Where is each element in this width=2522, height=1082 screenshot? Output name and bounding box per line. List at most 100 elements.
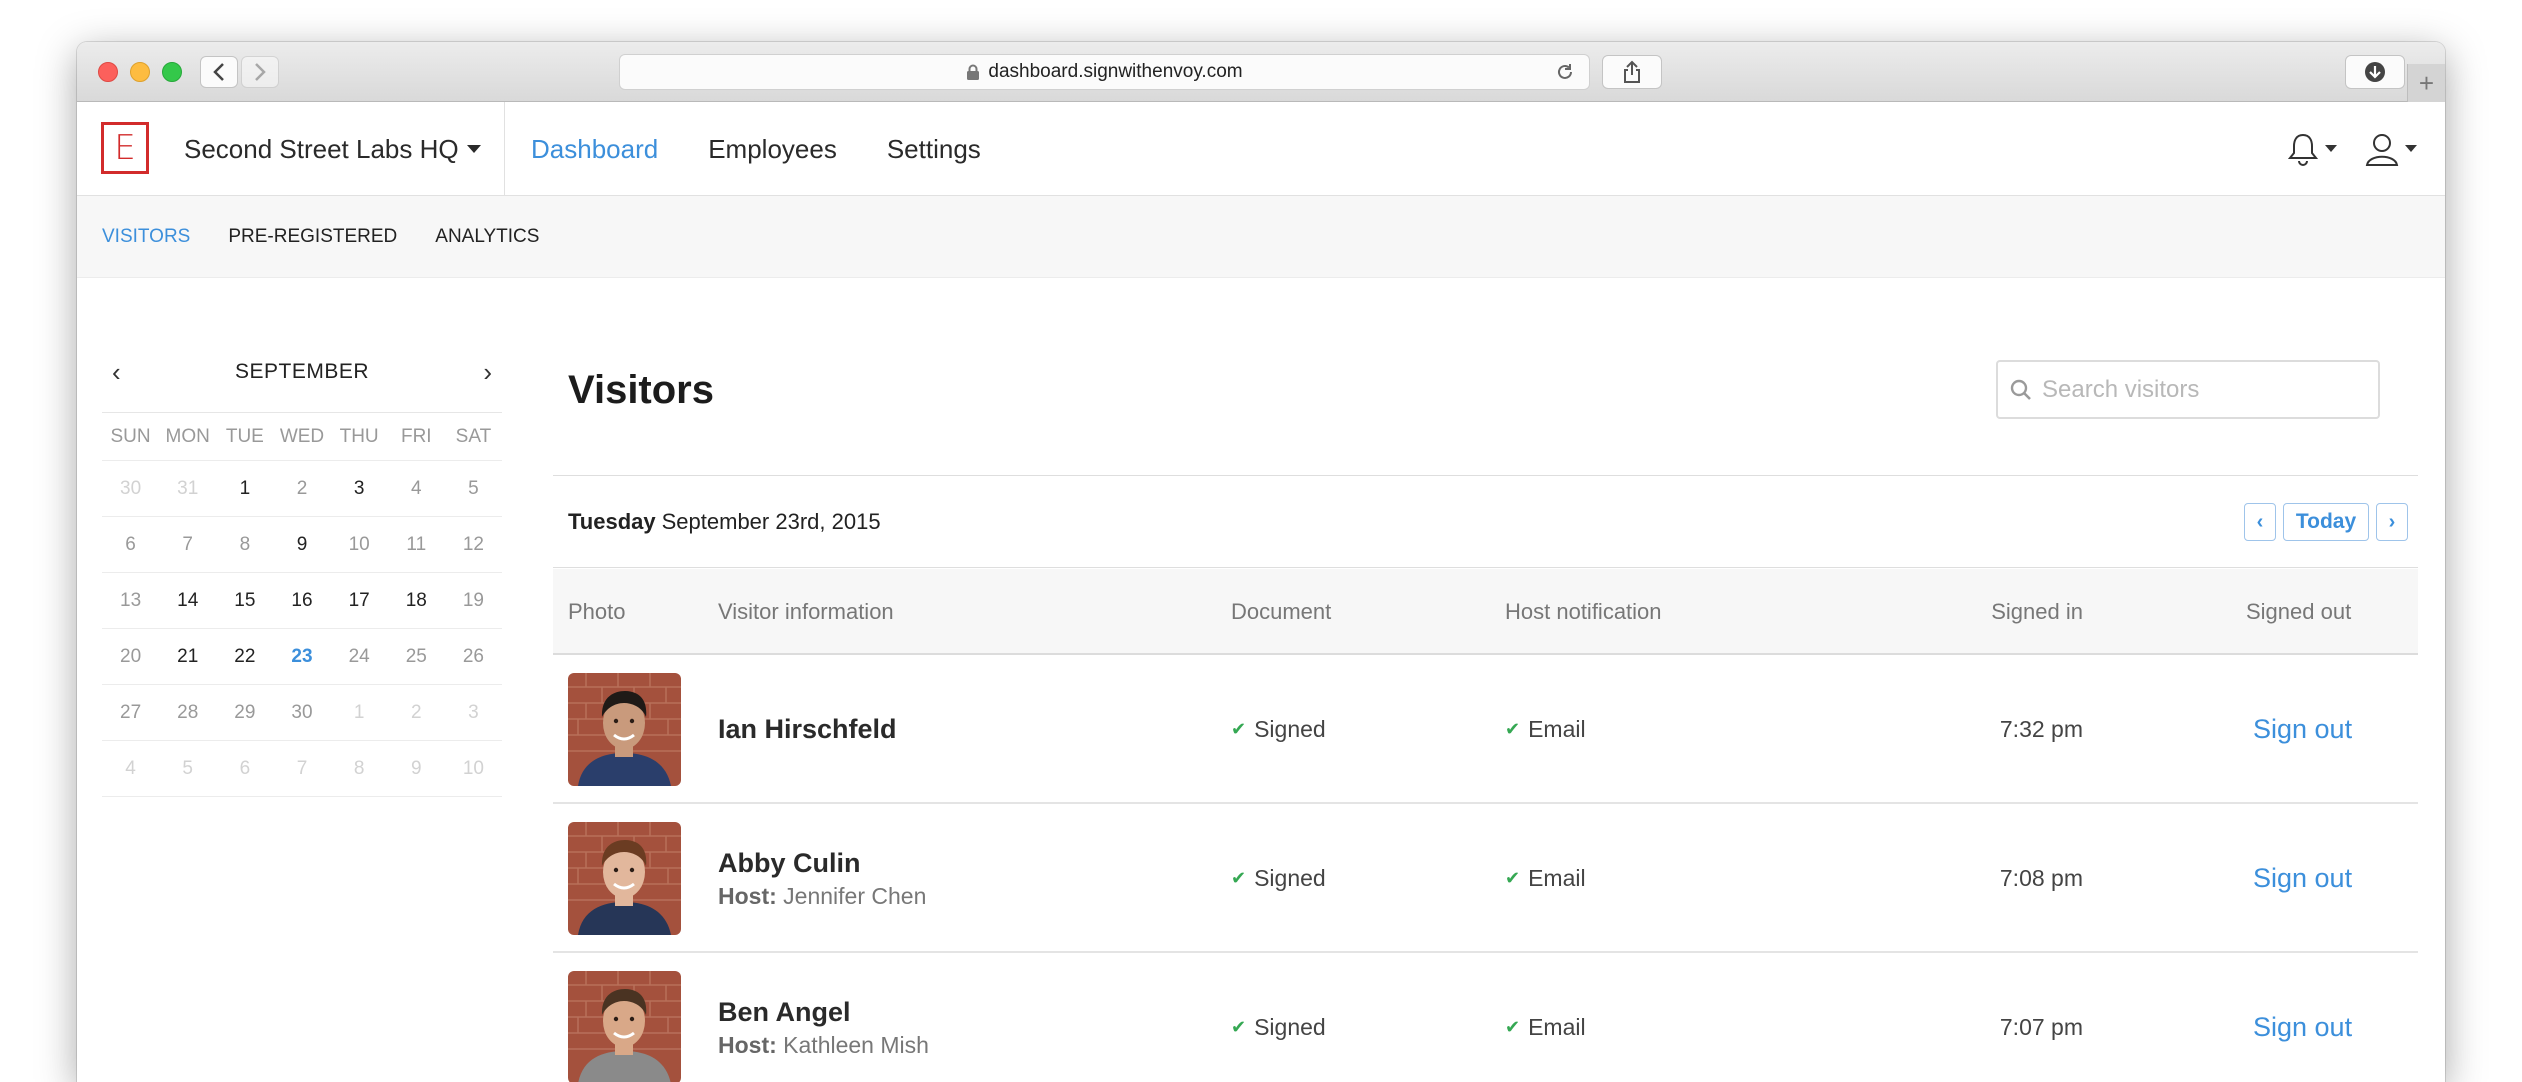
zoom-window-button[interactable] bbox=[162, 62, 182, 82]
calendar-day[interactable]: 8 bbox=[331, 758, 388, 780]
visitor-name[interactable]: Ben Angel bbox=[718, 997, 851, 1028]
back-button[interactable] bbox=[200, 56, 238, 88]
calendar-prev-month[interactable]: ‹ bbox=[112, 357, 121, 388]
calendar-day[interactable]: 22 bbox=[216, 646, 273, 668]
calendar-day[interactable]: 9 bbox=[388, 758, 445, 780]
calendar-day[interactable]: 30 bbox=[102, 478, 159, 500]
subnav-pre-registered[interactable]: PRE-REGISTERED bbox=[228, 226, 397, 248]
browser-toolbar: dashboard.signwithenvoy.com + bbox=[77, 42, 2445, 102]
calendar-day[interactable]: 17 bbox=[331, 590, 388, 612]
sign-out-cell: Sign out bbox=[2253, 804, 2352, 953]
reload-icon[interactable] bbox=[1555, 62, 1575, 88]
calendar-day[interactable]: 28 bbox=[159, 702, 216, 724]
calendar-day[interactable]: 24 bbox=[331, 646, 388, 668]
document-status-text: Signed bbox=[1254, 865, 1326, 891]
search-input[interactable] bbox=[2042, 375, 2362, 404]
calendar-day[interactable]: 2 bbox=[273, 478, 330, 500]
forward-button[interactable] bbox=[241, 56, 279, 88]
minimize-window-button[interactable] bbox=[130, 62, 150, 82]
search-box[interactable] bbox=[1996, 360, 2380, 419]
calendar-day[interactable]: 26 bbox=[445, 646, 502, 668]
calendar-day[interactable]: 3 bbox=[445, 702, 502, 724]
calendar-day[interactable]: 31 bbox=[159, 478, 216, 500]
subnav-analytics[interactable]: ANALYTICS bbox=[435, 226, 539, 248]
today-button[interactable]: Today bbox=[2283, 503, 2369, 541]
weekday-label: WED bbox=[279, 425, 325, 447]
visitor-photo[interactable] bbox=[568, 971, 681, 1082]
calendar-day[interactable]: 12 bbox=[445, 534, 502, 556]
close-window-button[interactable] bbox=[98, 62, 118, 82]
calendar-day[interactable]: 5 bbox=[445, 478, 502, 500]
calendar-day[interactable]: 14 bbox=[159, 590, 216, 612]
visitor-photo[interactable] bbox=[568, 673, 681, 786]
visitor-info: Ian Hirschfeld bbox=[718, 655, 897, 804]
next-day-button[interactable]: › bbox=[2376, 503, 2408, 541]
check-icon: ✔ bbox=[1505, 868, 1521, 888]
calendar-day[interactable]: 25 bbox=[388, 646, 445, 668]
calendar-day[interactable]: 5 bbox=[159, 758, 216, 780]
date-picker-calendar: ‹ SEPTEMBER › SUN MON TUE WED THU FRI SA… bbox=[102, 352, 502, 797]
calendar-day[interactable]: 9 bbox=[273, 534, 330, 556]
browser-window: dashboard.signwithenvoy.com + E Second S… bbox=[77, 42, 2445, 1082]
downloads-button[interactable] bbox=[2345, 55, 2405, 89]
calendar-month-label: SEPTEMBER bbox=[234, 360, 370, 383]
plus-icon: + bbox=[2418, 67, 2435, 98]
visitor-portrait-image bbox=[568, 971, 681, 1082]
account-menu-button[interactable] bbox=[2365, 132, 2417, 166]
previous-day-button[interactable]: ‹ bbox=[2244, 503, 2276, 541]
sign-out-link[interactable]: Sign out bbox=[2253, 863, 2352, 894]
location-name: Second Street Labs HQ bbox=[184, 133, 459, 164]
date-weekday: Tuesday bbox=[568, 508, 656, 534]
calendar-day-selected[interactable]: 23 bbox=[273, 646, 330, 668]
nav-settings[interactable]: Settings bbox=[887, 134, 981, 165]
calendar-day[interactable]: 1 bbox=[331, 702, 388, 724]
table-row[interactable]: Ben Angel Host: Kathleen Mish ✔ Signed ✔ E… bbox=[553, 953, 2418, 1082]
notifications-button[interactable] bbox=[2287, 132, 2337, 166]
signed-in-time: 7:32 pm bbox=[1999, 716, 2083, 742]
calendar-day[interactable]: 3 bbox=[331, 478, 388, 500]
calendar-day[interactable]: 4 bbox=[388, 478, 445, 500]
calendar-day[interactable]: 16 bbox=[273, 590, 330, 612]
document-status: ✔ Signed bbox=[1231, 804, 1326, 953]
calendar-day[interactable]: 18 bbox=[388, 590, 445, 612]
calendar-day[interactable]: 2 bbox=[388, 702, 445, 724]
visitor-name[interactable]: Ian Hirschfeld bbox=[718, 714, 897, 745]
calendar-day[interactable]: 4 bbox=[102, 758, 159, 780]
calendar-day[interactable]: 13 bbox=[102, 590, 159, 612]
calendar-day[interactable]: 20 bbox=[102, 646, 159, 668]
new-tab-button[interactable]: + bbox=[2407, 64, 2445, 102]
calendar-day[interactable]: 10 bbox=[445, 758, 502, 780]
table-row[interactable]: Ian Hirschfeld ✔ Signed ✔ Email 7:32 pm Si… bbox=[553, 655, 2418, 804]
calendar-day[interactable]: 27 bbox=[102, 702, 159, 724]
calendar-day[interactable]: 30 bbox=[273, 702, 330, 724]
share-button[interactable] bbox=[1602, 55, 1662, 89]
calendar-day[interactable]: 7 bbox=[159, 534, 216, 556]
calendar-day[interactable]: 19 bbox=[445, 590, 502, 612]
calendar-day[interactable]: 8 bbox=[216, 534, 273, 556]
calendar-day[interactable]: 6 bbox=[216, 758, 273, 780]
url-text: dashboard.signwithenvoy.com bbox=[988, 61, 1243, 82]
nav-dashboard[interactable]: Dashboard bbox=[531, 134, 658, 165]
address-bar[interactable]: dashboard.signwithenvoy.com bbox=[619, 54, 1590, 90]
calendar-day[interactable]: 29 bbox=[216, 702, 273, 724]
calendar-day[interactable]: 7 bbox=[273, 758, 330, 780]
calendar-day[interactable]: 21 bbox=[159, 646, 216, 668]
location-selector[interactable]: Second Street Labs HQ bbox=[184, 102, 481, 196]
calendar-day[interactable]: 10 bbox=[331, 534, 388, 556]
calendar-day[interactable]: 15 bbox=[216, 590, 273, 612]
envoy-logo[interactable]: E bbox=[101, 122, 149, 174]
calendar-week-row: 13 14 15 16 17 18 19 bbox=[102, 573, 502, 629]
calendar-day[interactable]: 6 bbox=[102, 534, 159, 556]
weekday-label: TUE bbox=[225, 425, 264, 447]
calendar-day[interactable]: 1 bbox=[216, 478, 273, 500]
visitor-name[interactable]: Abby Culin bbox=[718, 848, 861, 879]
sign-out-link[interactable]: Sign out bbox=[2253, 1012, 2352, 1043]
host-label: Host: bbox=[718, 882, 777, 909]
subnav-visitors[interactable]: VISITORS bbox=[102, 226, 190, 248]
nav-employees[interactable]: Employees bbox=[708, 134, 837, 165]
table-row[interactable]: Abby Culin Host: Jennifer Chen ✔ Signed ✔… bbox=[553, 804, 2418, 953]
calendar-next-month[interactable]: › bbox=[483, 357, 492, 388]
calendar-day[interactable]: 11 bbox=[388, 534, 445, 556]
visitor-photo[interactable] bbox=[568, 822, 681, 935]
sign-out-link[interactable]: Sign out bbox=[2253, 714, 2352, 745]
